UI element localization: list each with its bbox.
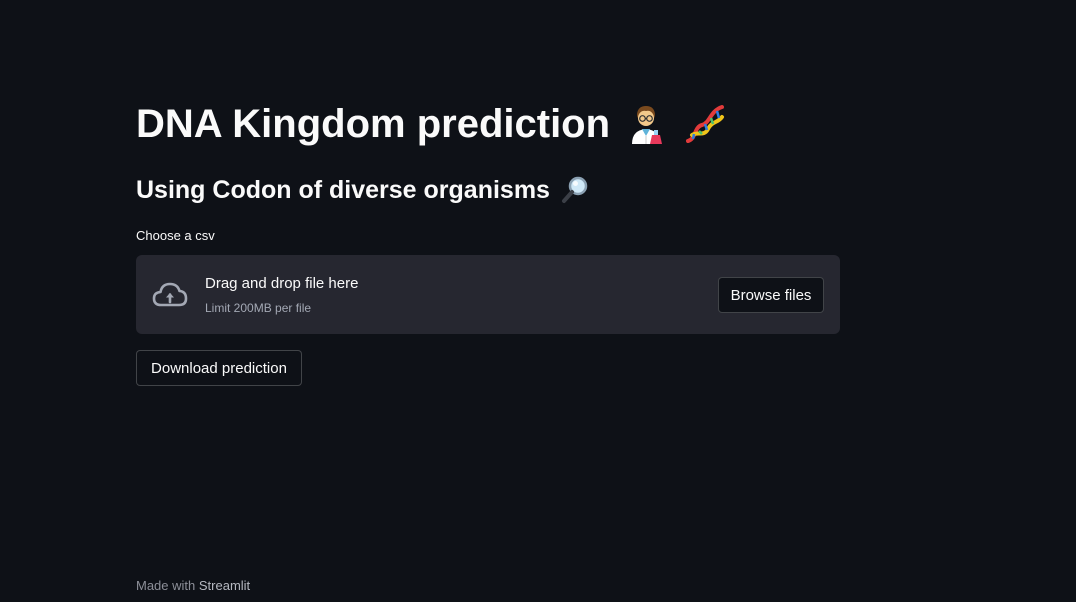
dropzone-limit-text: Limit 200MB per file [205, 301, 312, 315]
dropzone-main-text: Drag and drop file here [205, 275, 359, 292]
page-title: DNA Kingdom prediction [136, 96, 728, 152]
page-subtitle: Using Codon of diverse organisms [136, 172, 590, 208]
scientist-icon [624, 102, 668, 146]
download-prediction-button[interactable]: Download prediction [136, 350, 302, 386]
uploader-label: Choose a csv [136, 228, 215, 243]
dropzone-instructions: Drag and drop file here Limit 200MB per … [205, 274, 358, 316]
file-dropzone[interactable]: Drag and drop file here Limit 200MB per … [136, 255, 840, 334]
browse-files-button[interactable]: Browse files [718, 277, 824, 313]
footer-streamlit-link[interactable]: Streamlit [199, 578, 250, 593]
cloud-upload-icon [152, 282, 188, 307]
footer: Made with Streamlit [136, 577, 250, 595]
magnifying-glass-icon [560, 175, 590, 205]
footer-made-with: Made with [136, 578, 196, 593]
dna-icon [682, 101, 728, 147]
page-subtitle-text: Using Codon of diverse organisms [136, 176, 550, 204]
page-title-text: DNA Kingdom prediction [136, 102, 611, 146]
